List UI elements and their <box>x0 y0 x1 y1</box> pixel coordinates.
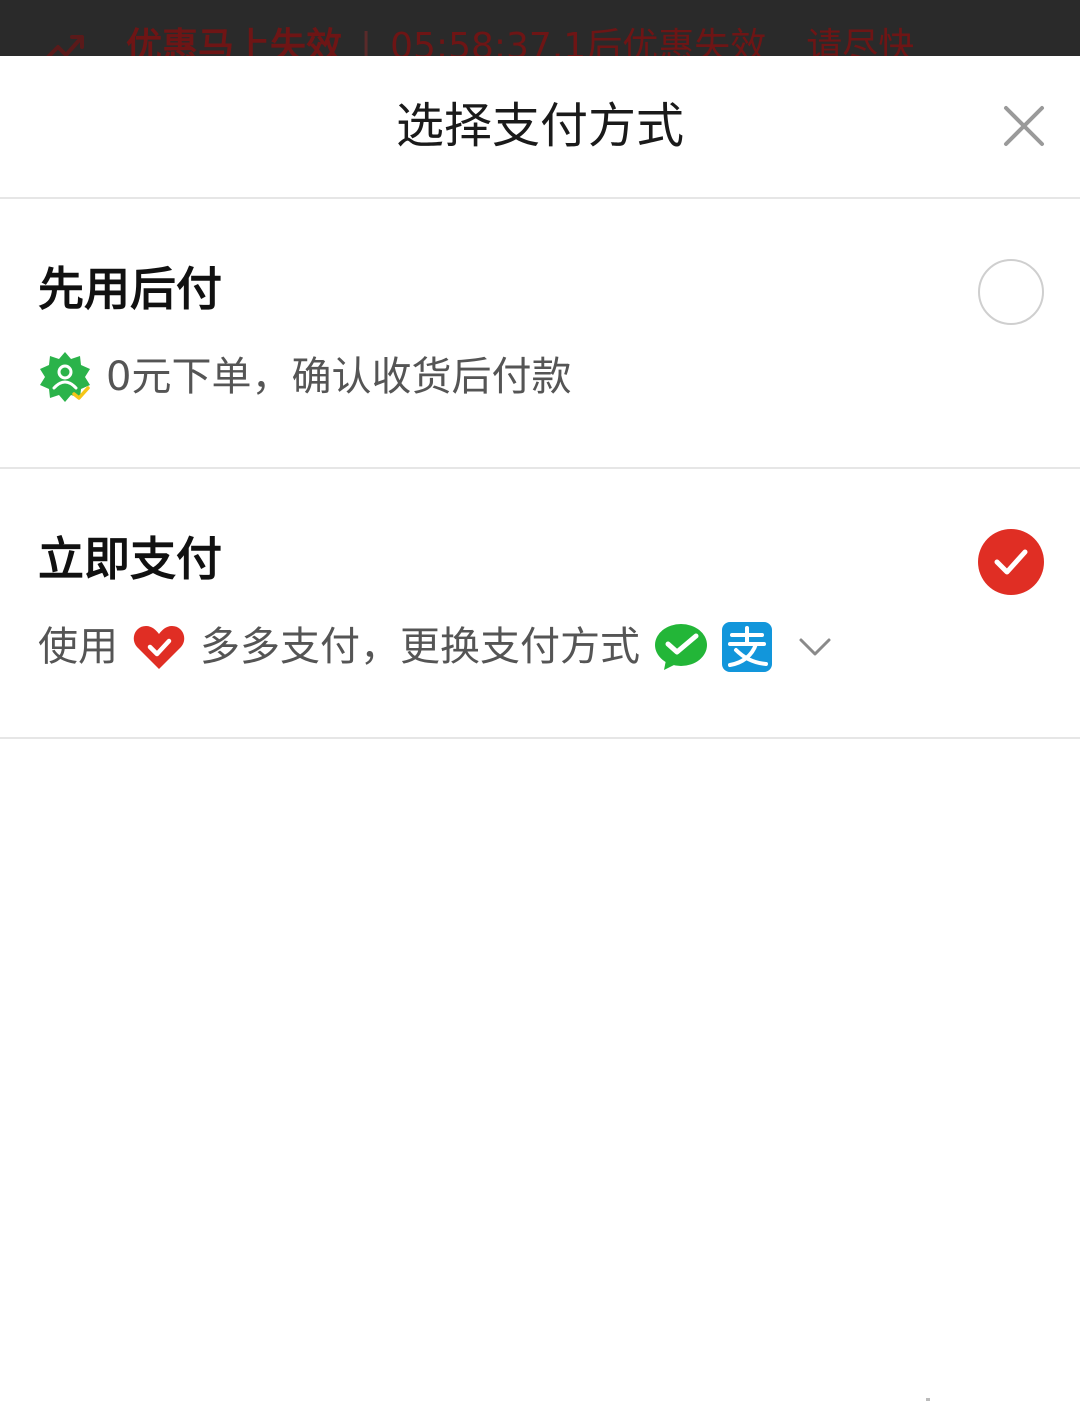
chevron-down-icon[interactable] <box>798 636 832 658</box>
option-description-text: 0元下单，确认收货后付款 <box>106 354 572 400</box>
bottom-dot <box>926 1398 930 1401</box>
close-icon[interactable] <box>998 100 1050 152</box>
radio-pay-now[interactable] <box>978 529 1044 595</box>
payment-option-pay-now[interactable]: 立即支付 使用 多多支付，更换支付方式 <box>0 469 1080 739</box>
sheet-title: 选择支付方式 <box>395 98 684 154</box>
promo-headline: 优惠马上失效 <box>126 26 343 56</box>
option-title: 先用后付 <box>38 262 222 316</box>
option-description-method: 多多支付，更换支付方式 <box>200 624 640 670</box>
duoduo-pay-heart-icon <box>133 626 185 669</box>
radio-pay-later[interactable] <box>978 259 1044 325</box>
wechat-pay-icon[interactable] <box>654 622 708 672</box>
promo-banner: 优惠马上失效 | 05:58:37.1后优惠失效 请尽快 <box>0 0 1080 56</box>
alipay-icon[interactable] <box>722 622 772 672</box>
payment-option-pay-later[interactable]: 先用后付 0元下单，确认收货后付款 <box>0 199 1080 469</box>
pay-later-badge-icon <box>40 352 90 402</box>
option-title: 立即支付 <box>38 532 222 586</box>
promo-tail-text: 请尽快 <box>806 26 915 56</box>
sheet-header: 选择支付方式 <box>0 56 1080 199</box>
promo-countdown: 05:58:37.1后优惠失效 <box>390 26 767 56</box>
checkmark-icon <box>994 549 1028 575</box>
option-description: 0元下单，确认收货后付款 <box>38 349 571 405</box>
promo-banner-content: 优惠马上失效 | 05:58:37.1后优惠失效 请尽快 <box>40 24 914 56</box>
promo-separator: | <box>360 26 373 56</box>
option-description-prefix: 使用 <box>38 624 118 670</box>
option-description: 使用 多多支付，更换支付方式 <box>38 619 832 675</box>
trend-up-icon <box>46 35 84 56</box>
payment-method-sheet: 选择支付方式 先用后付 0元下单，确认收货后付款 立即支付 使用 多多支付，更换… <box>0 56 1080 1403</box>
